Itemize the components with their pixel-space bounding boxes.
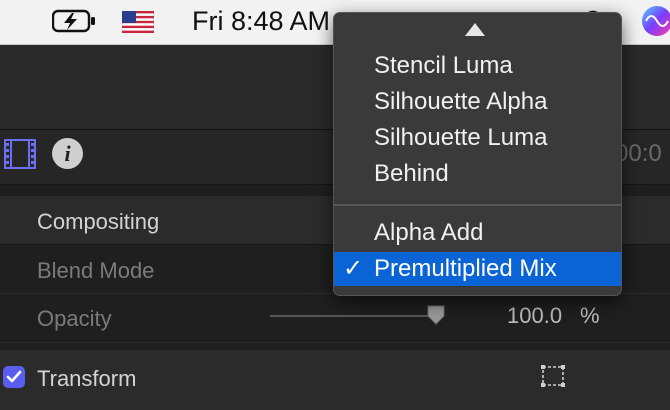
menu-item-stencil-luma[interactable]: Stencil Luma xyxy=(334,49,621,83)
us-flag-input-source-icon[interactable] xyxy=(121,10,155,38)
opacity-value[interactable]: 100.0 xyxy=(507,303,562,329)
timecode-readout: 00:0 xyxy=(615,140,662,167)
opacity-unit: % xyxy=(580,303,600,328)
transform-checkbox[interactable] xyxy=(3,366,25,388)
scroll-up-arrow-icon[interactable] xyxy=(465,23,485,36)
blend-mode-popup-menu: Stencil Luma Silhouette Alpha Silhouette… xyxy=(333,12,622,296)
menu-item-label: Silhouette Alpha xyxy=(374,88,548,115)
menu-item-silhouette-alpha[interactable]: Silhouette Alpha xyxy=(334,85,621,119)
menubar-clock[interactable]: Fri 8:48 AM xyxy=(192,6,330,37)
opacity-label: Opacity xyxy=(37,306,112,331)
menu-item-label: Silhouette Luma xyxy=(374,124,548,151)
menu-separator xyxy=(334,204,621,206)
checkmark-icon xyxy=(6,370,22,383)
battery-charging-icon[interactable] xyxy=(51,9,98,38)
video-inspector-film-icon[interactable] xyxy=(4,139,36,174)
menu-item-silhouette-luma[interactable]: Silhouette Luma xyxy=(334,121,621,155)
menu-item-label: Stencil Luma xyxy=(374,52,513,79)
opacity-slider-thumb[interactable] xyxy=(426,305,446,330)
menu-item-premultiplied-mix[interactable]: ✓ Premultiplied Mix xyxy=(334,252,621,286)
checkmark-icon: ✓ xyxy=(343,255,364,282)
menu-item-label: Behind xyxy=(374,160,449,187)
menu-item-alpha-add[interactable]: Alpha Add xyxy=(334,216,621,250)
menu-item-behind[interactable]: Behind xyxy=(334,157,621,191)
transform-label: Transform xyxy=(37,366,137,391)
opacity-row: Opacity xyxy=(0,294,670,343)
transform-section-header[interactable]: Transform xyxy=(0,350,670,410)
blend-mode-label: Blend Mode xyxy=(37,258,155,283)
menu-item-label: Premultiplied Mix xyxy=(374,255,557,282)
compositing-label: Compositing xyxy=(37,209,160,234)
opacity-slider-track[interactable] xyxy=(270,315,436,317)
info-inspector-icon[interactable]: i xyxy=(52,138,83,169)
siri-icon[interactable] xyxy=(641,5,670,42)
menu-item-label: Alpha Add xyxy=(374,219,484,246)
transform-onscreen-control-icon[interactable] xyxy=(540,364,566,393)
